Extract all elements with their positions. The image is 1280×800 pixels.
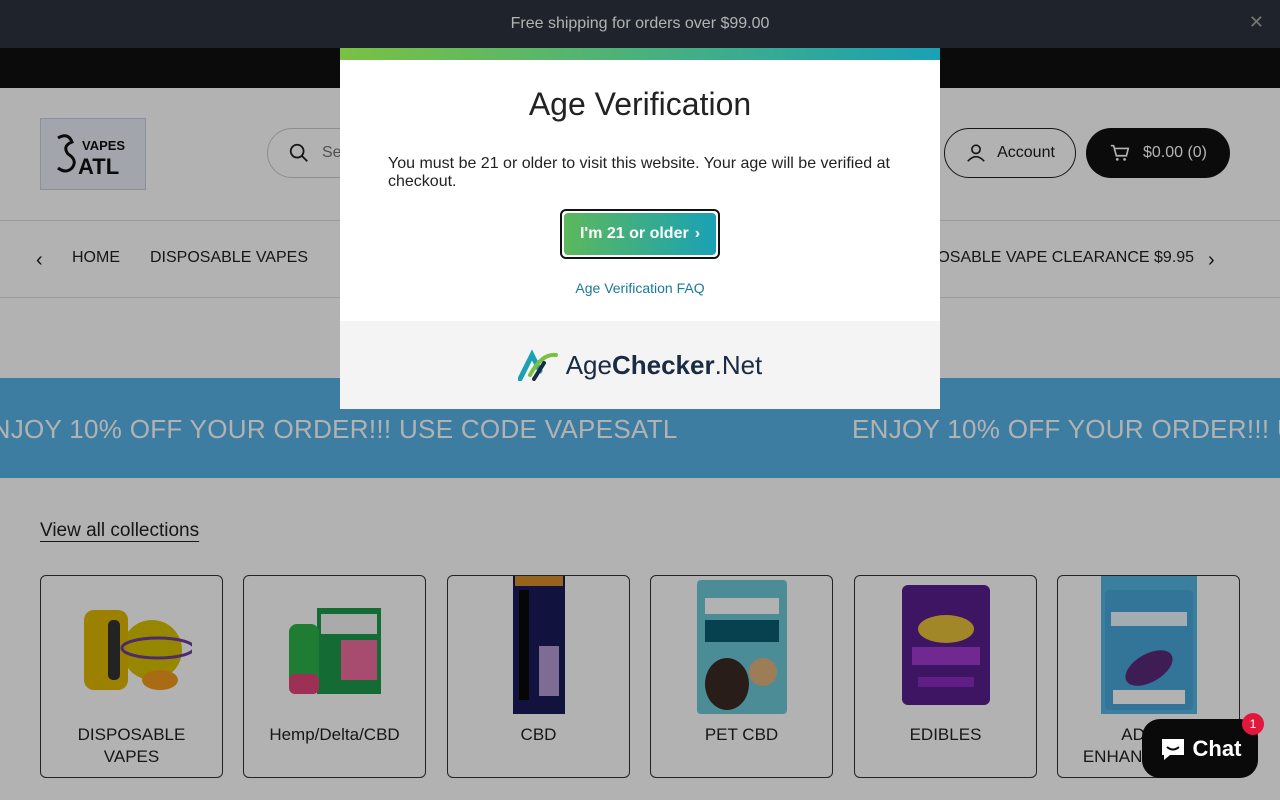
confirm-age-label: I'm 21 or older — [579, 225, 689, 242]
age-verification-faq-link[interactable]: Age Verification FAQ — [340, 280, 940, 296]
agechecker-brand: AgeChecker.Net — [565, 349, 763, 380]
chat-notification-badge: 1 — [1242, 713, 1264, 735]
chevron-right-icon: › — [694, 225, 701, 242]
chat-label: Chat — [1192, 735, 1242, 761]
confirm-button-focus-ring: I'm 21 or older › — [560, 209, 720, 259]
age-verification-modal: Age Verification You must be 21 or older… — [340, 48, 940, 409]
chat-bubble-icon — [1161, 738, 1184, 760]
confirm-age-button[interactable]: I'm 21 or older › — [564, 213, 716, 255]
modal-message: You must be 21 or older to visit this we… — [388, 155, 890, 190]
modal-title: Age Verification — [528, 86, 752, 122]
modal-footer: AgeChecker.Net — [340, 321, 940, 409]
agechecker-logo-icon — [517, 349, 558, 381]
modal-accent-bar — [340, 48, 940, 60]
chat-button[interactable]: Chat — [1142, 719, 1258, 778]
